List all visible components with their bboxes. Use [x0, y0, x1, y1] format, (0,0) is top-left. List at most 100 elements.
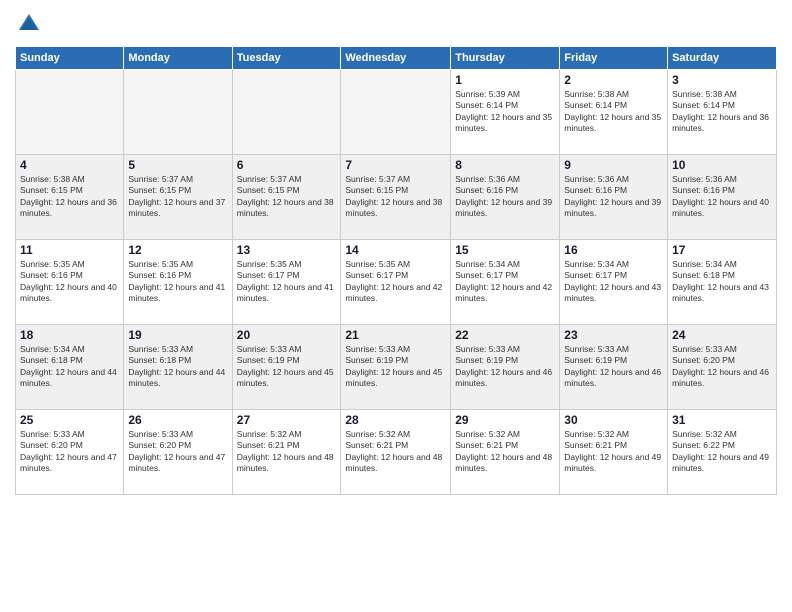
day-number: 22: [455, 328, 555, 342]
day-number: 4: [20, 158, 119, 172]
day-info: Sunrise: 5:33 AMSunset: 6:20 PMDaylight:…: [672, 344, 772, 390]
day-info: Sunrise: 5:34 AMSunset: 6:18 PMDaylight:…: [672, 259, 772, 305]
calendar-header-tuesday: Tuesday: [232, 47, 341, 70]
logo-icon: [15, 10, 43, 38]
day-info: Sunrise: 5:35 AMSunset: 6:17 PMDaylight:…: [345, 259, 446, 305]
calendar-cell: 11 Sunrise: 5:35 AMSunset: 6:16 PMDayligh…: [16, 240, 124, 325]
calendar-cell: 6 Sunrise: 5:37 AMSunset: 6:15 PMDaylight…: [232, 155, 341, 240]
calendar-cell: 24 Sunrise: 5:33 AMSunset: 6:20 PMDayligh…: [668, 325, 777, 410]
day-number: 26: [128, 413, 227, 427]
day-number: 30: [564, 413, 663, 427]
logo: [15, 10, 47, 38]
day-number: 2: [564, 73, 663, 87]
calendar-cell: 16Sunrise: 5:34 AMSunset: 6:17 PMDayligh…: [560, 240, 668, 325]
calendar-cell: 9Sunrise: 5:36 AMSunset: 6:16 PMDaylight…: [560, 155, 668, 240]
day-info: Sunrise: 5:36 AMSunset: 6:16 PMDaylight:…: [672, 174, 772, 220]
day-number: 19: [128, 328, 227, 342]
calendar-cell: 7 Sunrise: 5:37 AMSunset: 6:15 PMDaylight…: [341, 155, 451, 240]
calendar-week-2: 4 Sunrise: 5:38 AMSunset: 6:15 PMDaylight…: [16, 155, 777, 240]
calendar-table: SundayMondayTuesdayWednesdayThursdayFrid…: [15, 46, 777, 495]
calendar-cell: 10 Sunrise: 5:36 AMSunset: 6:16 PMDayligh…: [668, 155, 777, 240]
calendar-cell: 2Sunrise: 5:38 AMSunset: 6:14 PMDaylight…: [560, 70, 668, 155]
header: [15, 10, 777, 38]
calendar-header-friday: Friday: [560, 47, 668, 70]
calendar-cell: 17Sunrise: 5:34 AMSunset: 6:18 PMDayligh…: [668, 240, 777, 325]
day-number: 3: [672, 73, 772, 87]
calendar-cell: 23Sunrise: 5:33 AMSunset: 6:19 PMDayligh…: [560, 325, 668, 410]
day-number: 24: [672, 328, 772, 342]
day-number: 15: [455, 243, 555, 257]
calendar-header-saturday: Saturday: [668, 47, 777, 70]
calendar-cell: 20Sunrise: 5:33 AMSunset: 6:19 PMDayligh…: [232, 325, 341, 410]
calendar-header-wednesday: Wednesday: [341, 47, 451, 70]
day-number: 27: [237, 413, 337, 427]
calendar-cell: [124, 70, 232, 155]
calendar-cell: 5 Sunrise: 5:37 AMSunset: 6:15 PMDaylight…: [124, 155, 232, 240]
day-info: Sunrise: 5:33 AMSunset: 6:20 PMDaylight:…: [128, 429, 227, 475]
calendar-cell: 22Sunrise: 5:33 AMSunset: 6:19 PMDayligh…: [451, 325, 560, 410]
day-number: 23: [564, 328, 663, 342]
calendar-cell: [341, 70, 451, 155]
day-info: Sunrise: 5:39 AMSunset: 6:14 PMDaylight:…: [455, 89, 555, 135]
day-number: 11: [20, 243, 119, 257]
calendar-cell: 31 Sunrise: 5:32 AMSunset: 6:22 PMDayligh…: [668, 410, 777, 495]
calendar-header-monday: Monday: [124, 47, 232, 70]
day-number: 10: [672, 158, 772, 172]
day-info: Sunrise: 5:36 AMSunset: 6:16 PMDaylight:…: [455, 174, 555, 220]
calendar-header-sunday: Sunday: [16, 47, 124, 70]
day-info: Sunrise: 5:33 AMSunset: 6:19 PMDaylight:…: [345, 344, 446, 390]
calendar-cell: 4 Sunrise: 5:38 AMSunset: 6:15 PMDaylight…: [16, 155, 124, 240]
day-number: 16: [564, 243, 663, 257]
day-info: Sunrise: 5:33 AMSunset: 6:18 PMDaylight:…: [128, 344, 227, 390]
day-number: 6: [237, 158, 337, 172]
day-number: 7: [345, 158, 446, 172]
day-number: 12: [128, 243, 227, 257]
calendar-page: SundayMondayTuesdayWednesdayThursdayFrid…: [0, 0, 792, 612]
day-number: 29: [455, 413, 555, 427]
calendar-week-4: 18 Sunrise: 5:34 AMSunset: 6:18 PMDayligh…: [16, 325, 777, 410]
calendar-week-5: 25 Sunrise: 5:33 AMSunset: 6:20 PMDayligh…: [16, 410, 777, 495]
calendar-header-thursday: Thursday: [451, 47, 560, 70]
day-number: 13: [237, 243, 337, 257]
day-info: Sunrise: 5:34 AMSunset: 6:17 PMDaylight:…: [455, 259, 555, 305]
calendar-week-3: 11 Sunrise: 5:35 AMSunset: 6:16 PMDayligh…: [16, 240, 777, 325]
day-info: Sunrise: 5:34 AMSunset: 6:18 PMDaylight:…: [20, 344, 119, 390]
calendar-cell: 13 Sunrise: 5:35 AMSunset: 6:17 PMDayligh…: [232, 240, 341, 325]
day-number: 1: [455, 73, 555, 87]
day-number: 31: [672, 413, 772, 427]
calendar-cell: 29 Sunrise: 5:32 AMSunset: 6:21 PMDayligh…: [451, 410, 560, 495]
calendar-header-row: SundayMondayTuesdayWednesdayThursdayFrid…: [16, 47, 777, 70]
calendar-cell: 18 Sunrise: 5:34 AMSunset: 6:18 PMDayligh…: [16, 325, 124, 410]
day-number: 5: [128, 158, 227, 172]
calendar-cell: 8Sunrise: 5:36 AMSunset: 6:16 PMDaylight…: [451, 155, 560, 240]
calendar-cell: 15 Sunrise: 5:34 AMSunset: 6:17 PMDayligh…: [451, 240, 560, 325]
day-number: 25: [20, 413, 119, 427]
day-info: Sunrise: 5:33 AMSunset: 6:20 PMDaylight:…: [20, 429, 119, 475]
calendar-cell: 21 Sunrise: 5:33 AMSunset: 6:19 PMDayligh…: [341, 325, 451, 410]
calendar-cell: [232, 70, 341, 155]
calendar-cell: 26 Sunrise: 5:33 AMSunset: 6:20 PMDayligh…: [124, 410, 232, 495]
day-info: Sunrise: 5:35 AMSunset: 6:16 PMDaylight:…: [20, 259, 119, 305]
day-number: 21: [345, 328, 446, 342]
day-info: Sunrise: 5:37 AMSunset: 6:15 PMDaylight:…: [128, 174, 227, 220]
day-info: Sunrise: 5:35 AMSunset: 6:17 PMDaylight:…: [237, 259, 337, 305]
calendar-cell: 27 Sunrise: 5:32 AMSunset: 6:21 PMDayligh…: [232, 410, 341, 495]
day-info: Sunrise: 5:38 AMSunset: 6:15 PMDaylight:…: [20, 174, 119, 220]
day-info: Sunrise: 5:32 AMSunset: 6:21 PMDaylight:…: [564, 429, 663, 475]
day-number: 14: [345, 243, 446, 257]
calendar-cell: 28Sunrise: 5:32 AMSunset: 6:21 PMDayligh…: [341, 410, 451, 495]
day-info: Sunrise: 5:37 AMSunset: 6:15 PMDaylight:…: [237, 174, 337, 220]
day-info: Sunrise: 5:37 AMSunset: 6:15 PMDaylight:…: [345, 174, 446, 220]
calendar-cell: 14 Sunrise: 5:35 AMSunset: 6:17 PMDayligh…: [341, 240, 451, 325]
day-info: Sunrise: 5:32 AMSunset: 6:21 PMDaylight:…: [455, 429, 555, 475]
day-info: Sunrise: 5:32 AMSunset: 6:21 PMDaylight:…: [345, 429, 446, 475]
calendar-cell: 25 Sunrise: 5:33 AMSunset: 6:20 PMDayligh…: [16, 410, 124, 495]
day-number: 18: [20, 328, 119, 342]
calendar-cell: 30 Sunrise: 5:32 AMSunset: 6:21 PMDayligh…: [560, 410, 668, 495]
day-info: Sunrise: 5:32 AMSunset: 6:22 PMDaylight:…: [672, 429, 772, 475]
day-info: Sunrise: 5:32 AMSunset: 6:21 PMDaylight:…: [237, 429, 337, 475]
calendar-week-1: 1 Sunrise: 5:39 AMSunset: 6:14 PMDaylight…: [16, 70, 777, 155]
day-info: Sunrise: 5:35 AMSunset: 6:16 PMDaylight:…: [128, 259, 227, 305]
day-info: Sunrise: 5:36 AMSunset: 6:16 PMDaylight:…: [564, 174, 663, 220]
calendar-cell: 19 Sunrise: 5:33 AMSunset: 6:18 PMDayligh…: [124, 325, 232, 410]
